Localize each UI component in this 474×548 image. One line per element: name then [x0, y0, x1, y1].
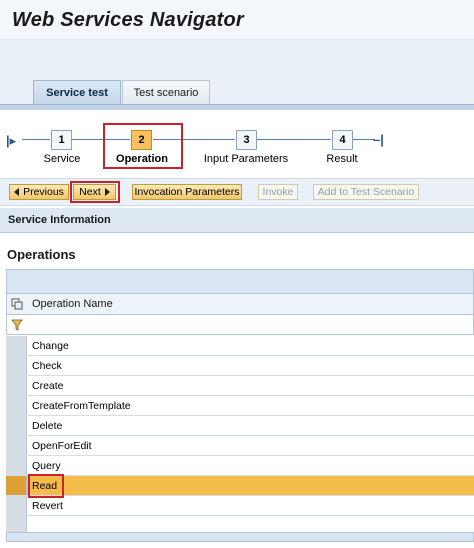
- row-selector[interactable]: [6, 396, 27, 415]
- operation-name-cell: Check: [32, 360, 62, 372]
- operation-name-cell: Change: [32, 340, 69, 352]
- operation-name-cell: OpenForEdit: [32, 440, 92, 452]
- tab-test-scenario[interactable]: Test scenario: [122, 80, 210, 105]
- column-header-operation-name[interactable]: Operation Name: [32, 298, 113, 310]
- row-selector[interactable]: [6, 376, 27, 395]
- roadmap-step-label-service: Service: [43, 153, 81, 165]
- row-selector[interactable]: [6, 416, 27, 435]
- roadmap-step-service[interactable]: 1: [51, 130, 72, 150]
- tab-strip-underline: [0, 104, 474, 110]
- table-row[interactable]: Change: [6, 336, 474, 356]
- roadmap-line: [353, 139, 375, 140]
- operations-title: Operations: [7, 247, 76, 262]
- filter-icon[interactable]: [6, 316, 27, 334]
- operation-name-cell: Query: [32, 460, 61, 472]
- roadmap-step-result[interactable]: 4: [332, 130, 353, 150]
- table-row[interactable]: Create: [6, 376, 474, 396]
- roadmap-start-icon: |▸: [6, 133, 17, 148]
- section-title: Service Information: [8, 214, 111, 226]
- service-information-section[interactable]: Service Information: [0, 208, 474, 233]
- highlight-operation-step: [103, 123, 183, 169]
- row-selector[interactable]: [6, 496, 27, 515]
- roadmap-step-input-parameters[interactable]: 3: [236, 130, 257, 150]
- highlight-next-button: [70, 181, 120, 203]
- highlight-selected-operation: [28, 474, 64, 498]
- invocation-parameters-button[interactable]: Invocation Parameters: [132, 184, 242, 200]
- table-toolbar: [6, 269, 474, 293]
- arrow-left-icon: [14, 188, 20, 196]
- operation-name-cell: Revert: [32, 500, 63, 512]
- table-row[interactable]: CreateFromTemplate: [6, 396, 474, 416]
- row-selector[interactable]: [6, 356, 27, 375]
- row-selector-empty: [6, 515, 27, 532]
- filter-row[interactable]: [6, 315, 474, 335]
- table-footer: [6, 532, 474, 542]
- table-row[interactable]: OpenForEdit: [6, 436, 474, 456]
- table-row[interactable]: Read: [6, 476, 474, 496]
- table-row[interactable]: Check: [6, 356, 474, 376]
- table-row[interactable]: Delete: [6, 416, 474, 436]
- previous-button[interactable]: Previous: [9, 184, 69, 200]
- previous-button-label: Previous: [23, 186, 64, 198]
- tab-service-test[interactable]: Service test: [33, 80, 121, 105]
- row-selector[interactable]: [6, 336, 27, 355]
- roadmap-end-icon: –|: [373, 132, 384, 147]
- app-title: Web Services Navigator: [12, 9, 244, 31]
- roadmap-step-label-result: Result: [326, 153, 358, 165]
- table-row[interactable]: Query: [6, 456, 474, 476]
- roadmap-step-label-input-parameters: Input Parameters: [203, 153, 289, 165]
- roadmap-line: [22, 139, 50, 140]
- operation-name-cell: Delete: [32, 420, 63, 432]
- row-selector[interactable]: [6, 476, 27, 495]
- row-selector[interactable]: [6, 436, 27, 455]
- invoke-button[interactable]: Invoke: [258, 184, 298, 200]
- row-selector[interactable]: [6, 456, 27, 475]
- column-settings-icon[interactable]: [6, 295, 27, 313]
- operation-name-cell: CreateFromTemplate: [32, 400, 131, 412]
- add-to-test-scenario-button[interactable]: Add to Test Scenario: [313, 184, 419, 200]
- table-row[interactable]: Revert: [6, 496, 474, 516]
- operation-name-cell: Create: [32, 380, 64, 392]
- title-bar: Web Services Navigator: [0, 0, 474, 40]
- roadmap-line: [257, 139, 331, 140]
